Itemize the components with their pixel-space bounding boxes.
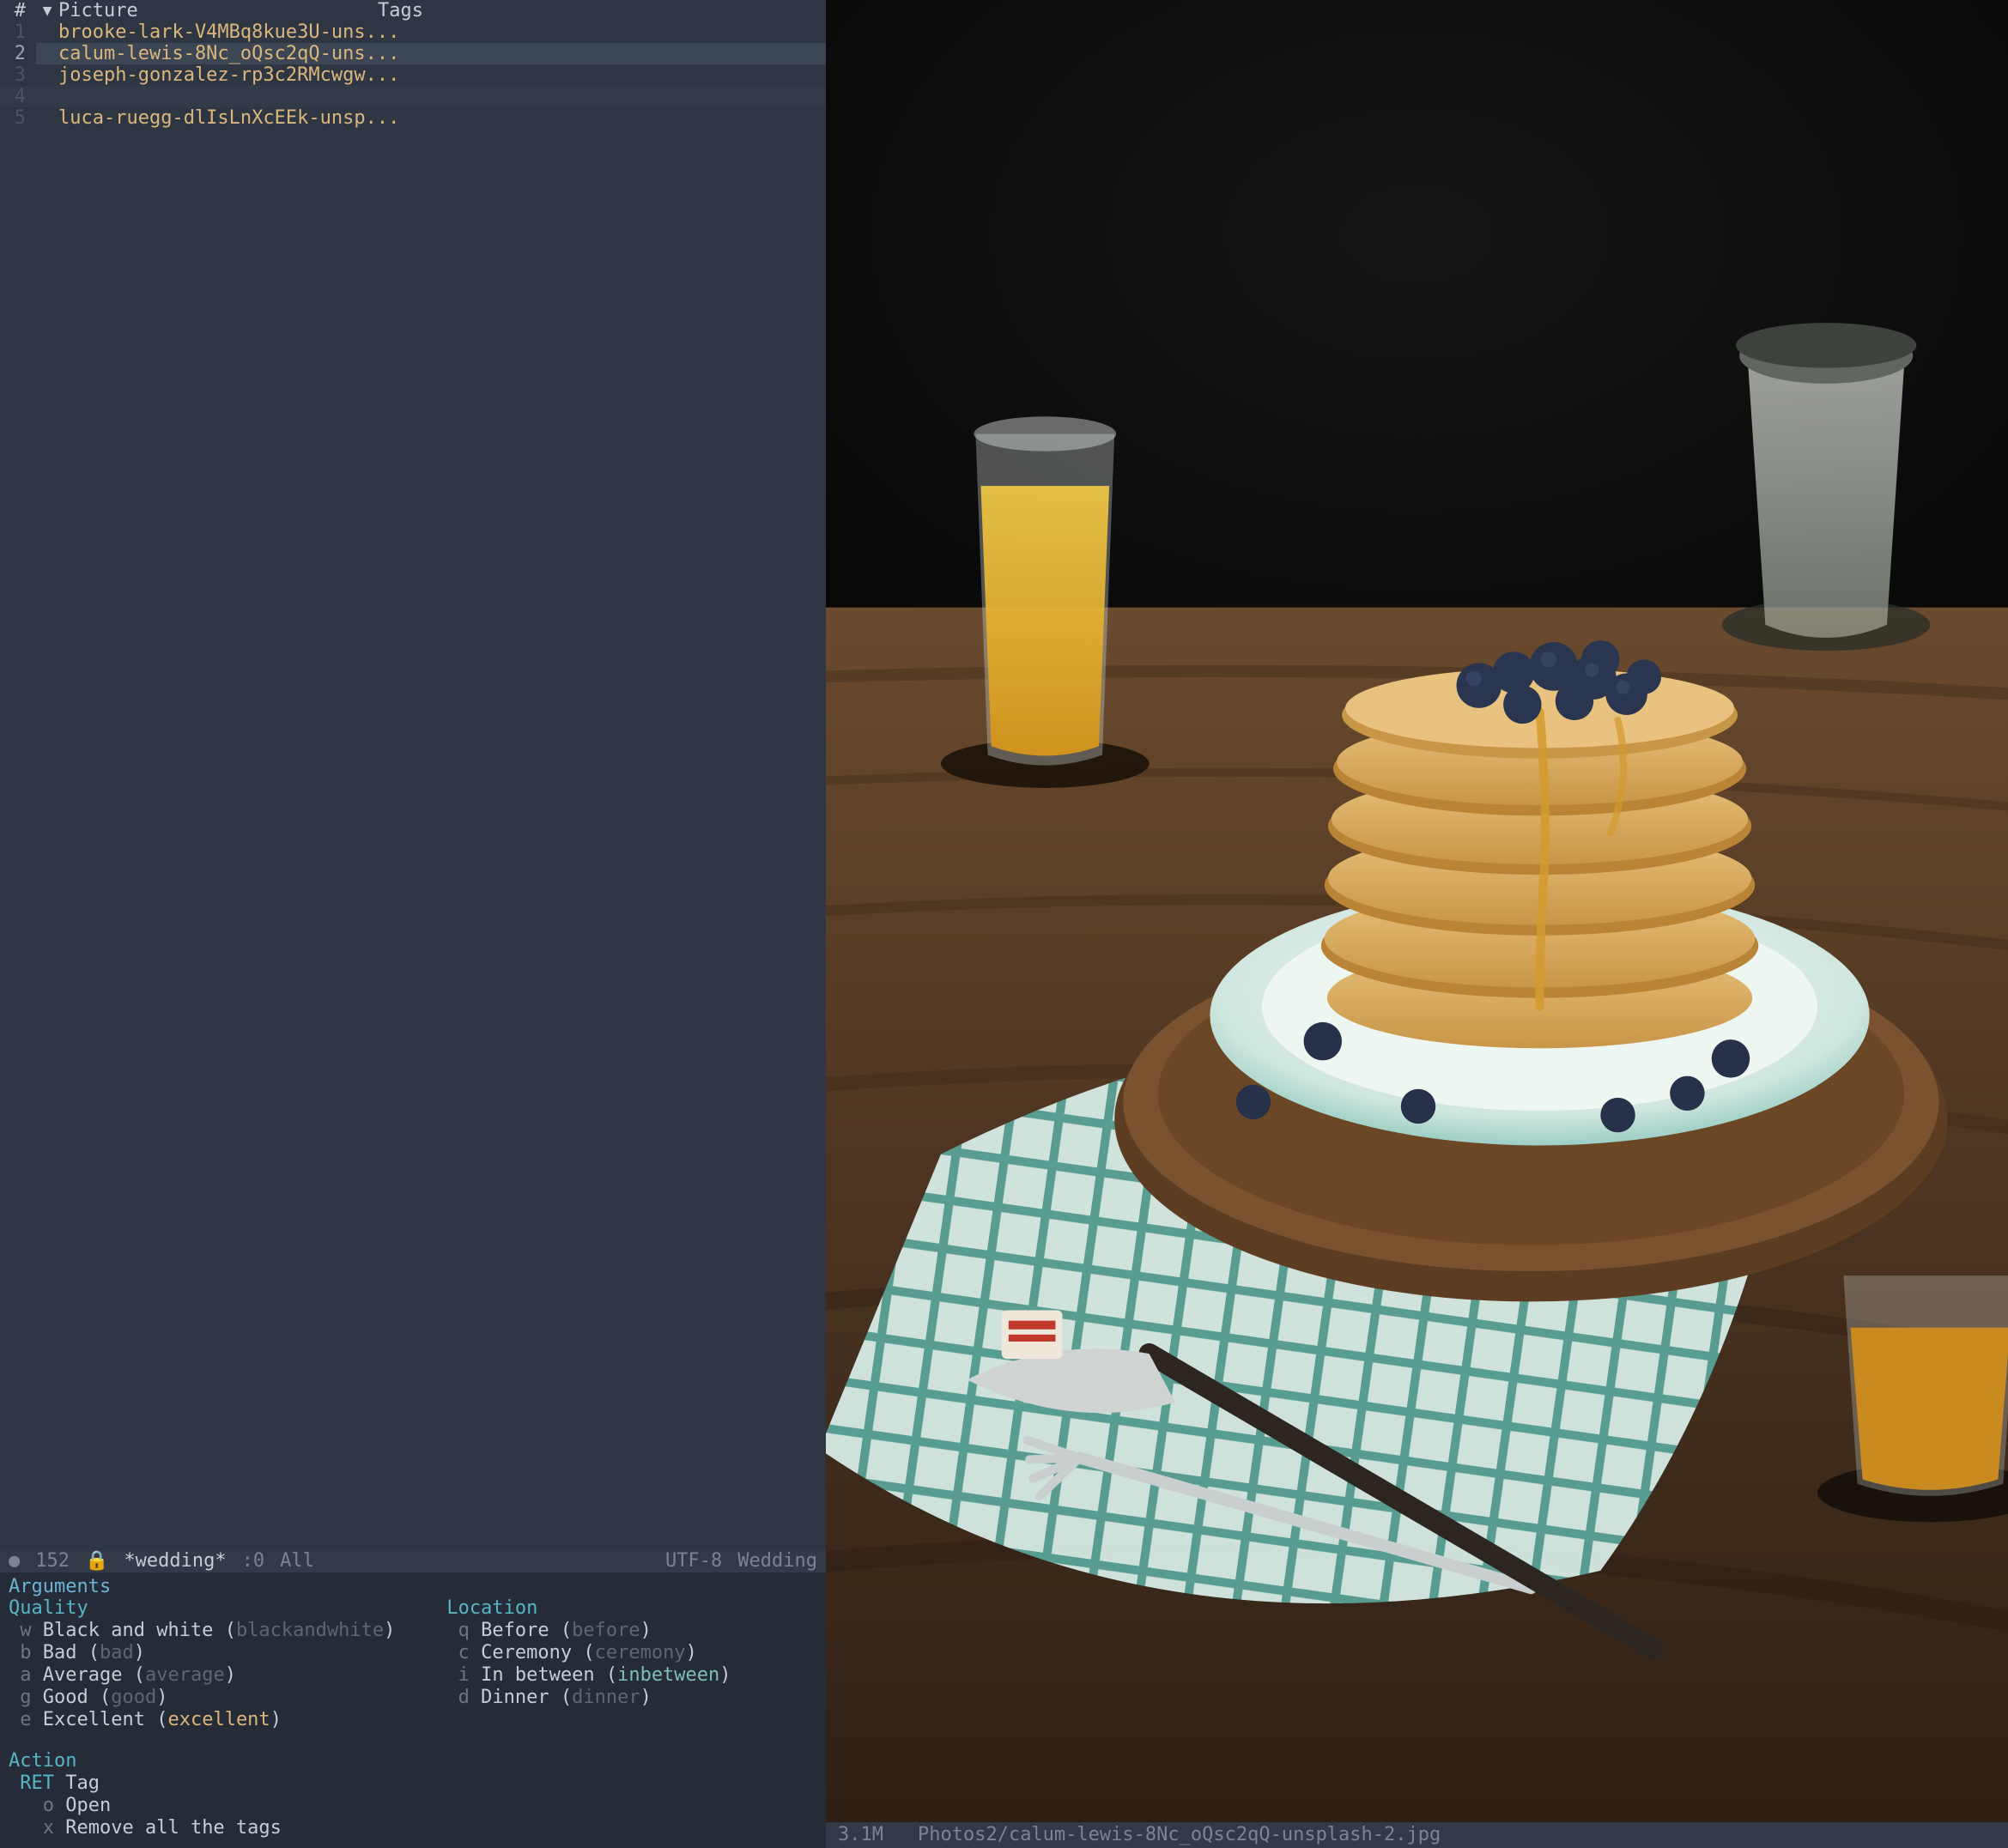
key-hint: x	[20, 1817, 54, 1839]
row-number: 3	[0, 64, 36, 87]
list-row[interactable]: 2 calum-lewis-8Nc_oQsc2qQ-uns...	[0, 43, 826, 64]
row-mark	[36, 43, 58, 65]
key-hint: b	[20, 1642, 31, 1663]
location-option[interactable]: c Ceremony (ceremony)	[446, 1642, 807, 1664]
preview-size: 3.1M	[838, 1824, 883, 1846]
key-hint: g	[20, 1687, 31, 1708]
option-value: average	[145, 1664, 225, 1686]
option-label: Excellent	[43, 1709, 145, 1730]
list-row[interactable]: 4	[0, 86, 826, 107]
location-column: Location q Before (before) c Ceremony (c…	[446, 1597, 807, 1731]
key-hint: o	[20, 1795, 54, 1816]
list-row[interactable]: 3 joseph-gonzalez-rp3c2RMcwgw...	[0, 64, 826, 86]
option-label: Dinner	[481, 1687, 549, 1708]
key-hint: e	[20, 1709, 31, 1730]
modeline-lineno: 152	[35, 1550, 70, 1572]
option-value: blackandwhite	[236, 1620, 384, 1641]
option-label: Bad	[43, 1642, 77, 1663]
action-label: Open	[65, 1795, 111, 1816]
key-hint: c	[458, 1642, 470, 1663]
file-list[interactable]: # ▼ Picture Tags 1 brooke-lark-V4MBq8kue…	[0, 0, 826, 1550]
row-picture: joseph-gonzalez-rp3c2RMcwgw...	[58, 64, 399, 87]
quality-heading: Quality	[9, 1597, 88, 1619]
row-mark	[36, 107, 58, 130]
preview-pane: 3.1M Photos2/calum-lewis-8Nc_oQsc2qQ-uns…	[826, 0, 2008, 1848]
transient-help: Arguments Quality w Black and white (bla…	[0, 1572, 826, 1848]
list-row[interactable]: 5 luca-ruegg-dlIsLnXcEEk-unsp...	[0, 107, 826, 129]
row-picture: calum-lewis-8Nc_oQsc2qQ-uns...	[58, 43, 399, 65]
header-hash: #	[0, 0, 36, 21]
modeline: ● 152 🔒 *wedding* :0 All UTF-8 Wedding	[0, 1550, 826, 1572]
modeline-mode: Wedding	[737, 1550, 817, 1572]
option-value: excellent	[167, 1709, 270, 1730]
modeline-pos: :0	[242, 1550, 265, 1572]
option-label: In between	[481, 1664, 594, 1686]
list-header: # ▼ Picture Tags	[0, 0, 826, 21]
arguments-heading: Arguments	[9, 1576, 111, 1597]
row-picture: luca-ruegg-dlIsLnXcEEk-unsp...	[58, 107, 399, 130]
key-hint: q	[458, 1620, 470, 1641]
option-value: dinner	[572, 1687, 640, 1708]
header-picture[interactable]: Picture	[58, 0, 378, 21]
action-option[interactable]: o Open	[9, 1795, 817, 1817]
header-tags[interactable]: Tags	[378, 0, 826, 21]
location-option[interactable]: d Dinner (dinner)	[446, 1687, 807, 1709]
preview-statusbar: 3.1M Photos2/calum-lewis-8Nc_oQsc2qQ-uns…	[826, 1822, 2008, 1848]
option-value: good	[111, 1687, 156, 1708]
row-number: 1	[0, 21, 36, 44]
quality-option[interactable]: e Excellent (excellent)	[9, 1709, 395, 1731]
row-mark	[36, 86, 58, 108]
key-hint: i	[458, 1664, 470, 1686]
option-label: Before	[481, 1620, 549, 1641]
quality-option[interactable]: a Average (average)	[9, 1664, 395, 1687]
header-sort-icon[interactable]: ▼	[36, 0, 58, 21]
quality-column: Quality w Black and white (blackandwhite…	[9, 1597, 395, 1731]
list-pane: # ▼ Picture Tags 1 brooke-lark-V4MBq8kue…	[0, 0, 826, 1848]
action-option[interactable]: RET Tag	[9, 1772, 817, 1795]
quality-option[interactable]: w Black and white (blackandwhite)	[9, 1620, 395, 1642]
location-heading: Location	[446, 1597, 537, 1619]
action-option[interactable]: x Remove all the tags	[9, 1817, 817, 1839]
option-value: inbetween	[617, 1664, 719, 1686]
action-label: Remove all the tags	[65, 1817, 282, 1839]
option-label: Ceremony	[481, 1642, 572, 1663]
modeline-encoding: UTF-8	[665, 1550, 722, 1572]
option-value: ceremony	[595, 1642, 686, 1663]
modeline-buffer: *wedding*	[124, 1550, 226, 1572]
key-hint: w	[20, 1620, 31, 1641]
image-preview[interactable]	[826, 0, 2008, 1822]
option-value: bad	[100, 1642, 134, 1663]
option-value: before	[572, 1620, 640, 1641]
action-heading: Action	[9, 1750, 76, 1772]
location-option[interactable]: i In between (inbetween)	[446, 1664, 807, 1687]
row-mark	[36, 64, 58, 87]
action-label: Tag	[65, 1772, 100, 1794]
option-label: Average	[43, 1664, 123, 1686]
key-hint: a	[20, 1664, 31, 1686]
option-label: Good	[43, 1687, 88, 1708]
key-hint: d	[458, 1687, 470, 1708]
row-number: 4	[0, 86, 36, 108]
quality-option[interactable]: b Bad (bad)	[9, 1642, 395, 1664]
modified-dot-icon: ●	[9, 1550, 20, 1572]
lock-icon: 🔒	[85, 1550, 108, 1572]
preview-path: Photos2/calum-lewis-8Nc_oQsc2qQ-unsplash…	[918, 1824, 1441, 1846]
location-option[interactable]: q Before (before)	[446, 1620, 807, 1642]
modeline-scroll: All	[280, 1550, 314, 1572]
list-row[interactable]: 1 brooke-lark-V4MBq8kue3U-uns...	[0, 21, 826, 43]
row-mark	[36, 21, 58, 44]
row-picture: brooke-lark-V4MBq8kue3U-uns...	[58, 21, 399, 44]
option-label: Black and white	[43, 1620, 214, 1641]
row-number: 5	[0, 107, 36, 130]
row-number: 2	[0, 43, 36, 65]
key-hint: RET	[20, 1772, 54, 1794]
quality-option[interactable]: g Good (good)	[9, 1687, 395, 1709]
